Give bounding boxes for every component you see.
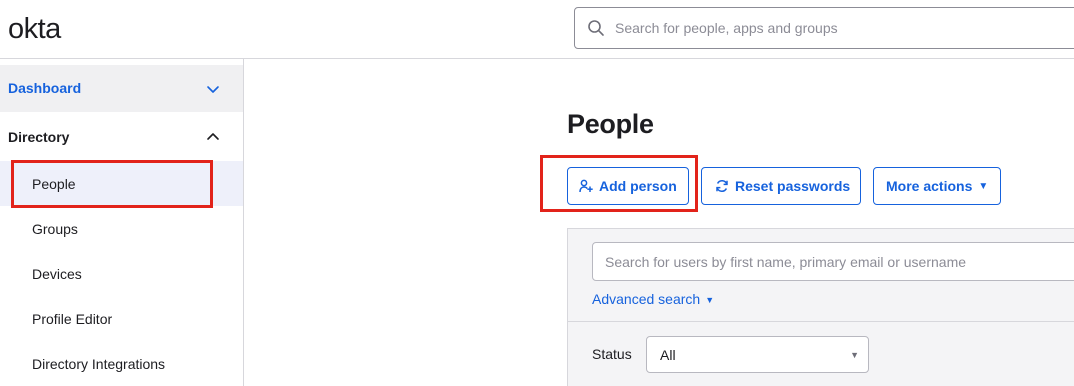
top-header: okta (0, 0, 1074, 59)
sidebar-item-dashboard[interactable]: Dashboard (0, 65, 243, 112)
sidebar-item-directory-integrations[interactable]: Directory Integrations (0, 341, 243, 386)
sidebar-item-label: Devices (32, 266, 82, 282)
page-title: People (567, 109, 654, 139)
global-search-input[interactable] (615, 8, 1074, 48)
caret-down-icon: ▼ (978, 180, 989, 192)
user-search-box[interactable] (592, 242, 1074, 281)
sidebar-nav: Dashboard Directory People Groups Device… (0, 59, 244, 386)
sidebar-item-directory[interactable]: Directory (0, 114, 243, 160)
okta-logo[interactable]: okta (8, 13, 61, 45)
user-search-input[interactable] (605, 243, 1074, 280)
sidebar-item-label: Profile Editor (32, 311, 113, 327)
search-icon (588, 20, 604, 36)
status-select[interactable]: All ▼ (646, 336, 869, 373)
status-select-value: All (660, 347, 676, 363)
more-actions-label: More actions (886, 178, 973, 194)
chevron-up-icon (207, 133, 219, 140)
sidebar-item-label: Directory (8, 129, 70, 145)
caret-down-icon: ▼ (705, 295, 715, 305)
highlight-box-add-person (540, 155, 698, 212)
sidebar-item-label: Groups (32, 221, 78, 237)
sidebar-item-groups[interactable]: Groups (0, 206, 243, 251)
refresh-icon (716, 180, 728, 192)
advanced-search-label: Advanced search (592, 291, 701, 307)
caret-down-icon: ▼ (850, 350, 859, 360)
advanced-search-link[interactable]: Advanced search ▼ (592, 291, 714, 307)
reset-passwords-label: Reset passwords (735, 178, 851, 194)
highlight-box-people (11, 160, 213, 208)
sidebar-item-label: Directory Integrations (32, 356, 166, 372)
divider (567, 321, 1074, 322)
reset-passwords-button[interactable]: Reset passwords (701, 167, 861, 205)
sidebar-item-devices[interactable]: Devices (0, 251, 243, 296)
status-label: Status (592, 346, 632, 362)
sidebar-item-profile-editor[interactable]: Profile Editor (0, 296, 243, 341)
more-actions-button[interactable]: More actions ▼ (873, 167, 1001, 205)
global-search-box[interactable] (574, 7, 1074, 49)
chevron-down-icon (207, 86, 219, 93)
sidebar-item-label: Dashboard (8, 80, 82, 96)
